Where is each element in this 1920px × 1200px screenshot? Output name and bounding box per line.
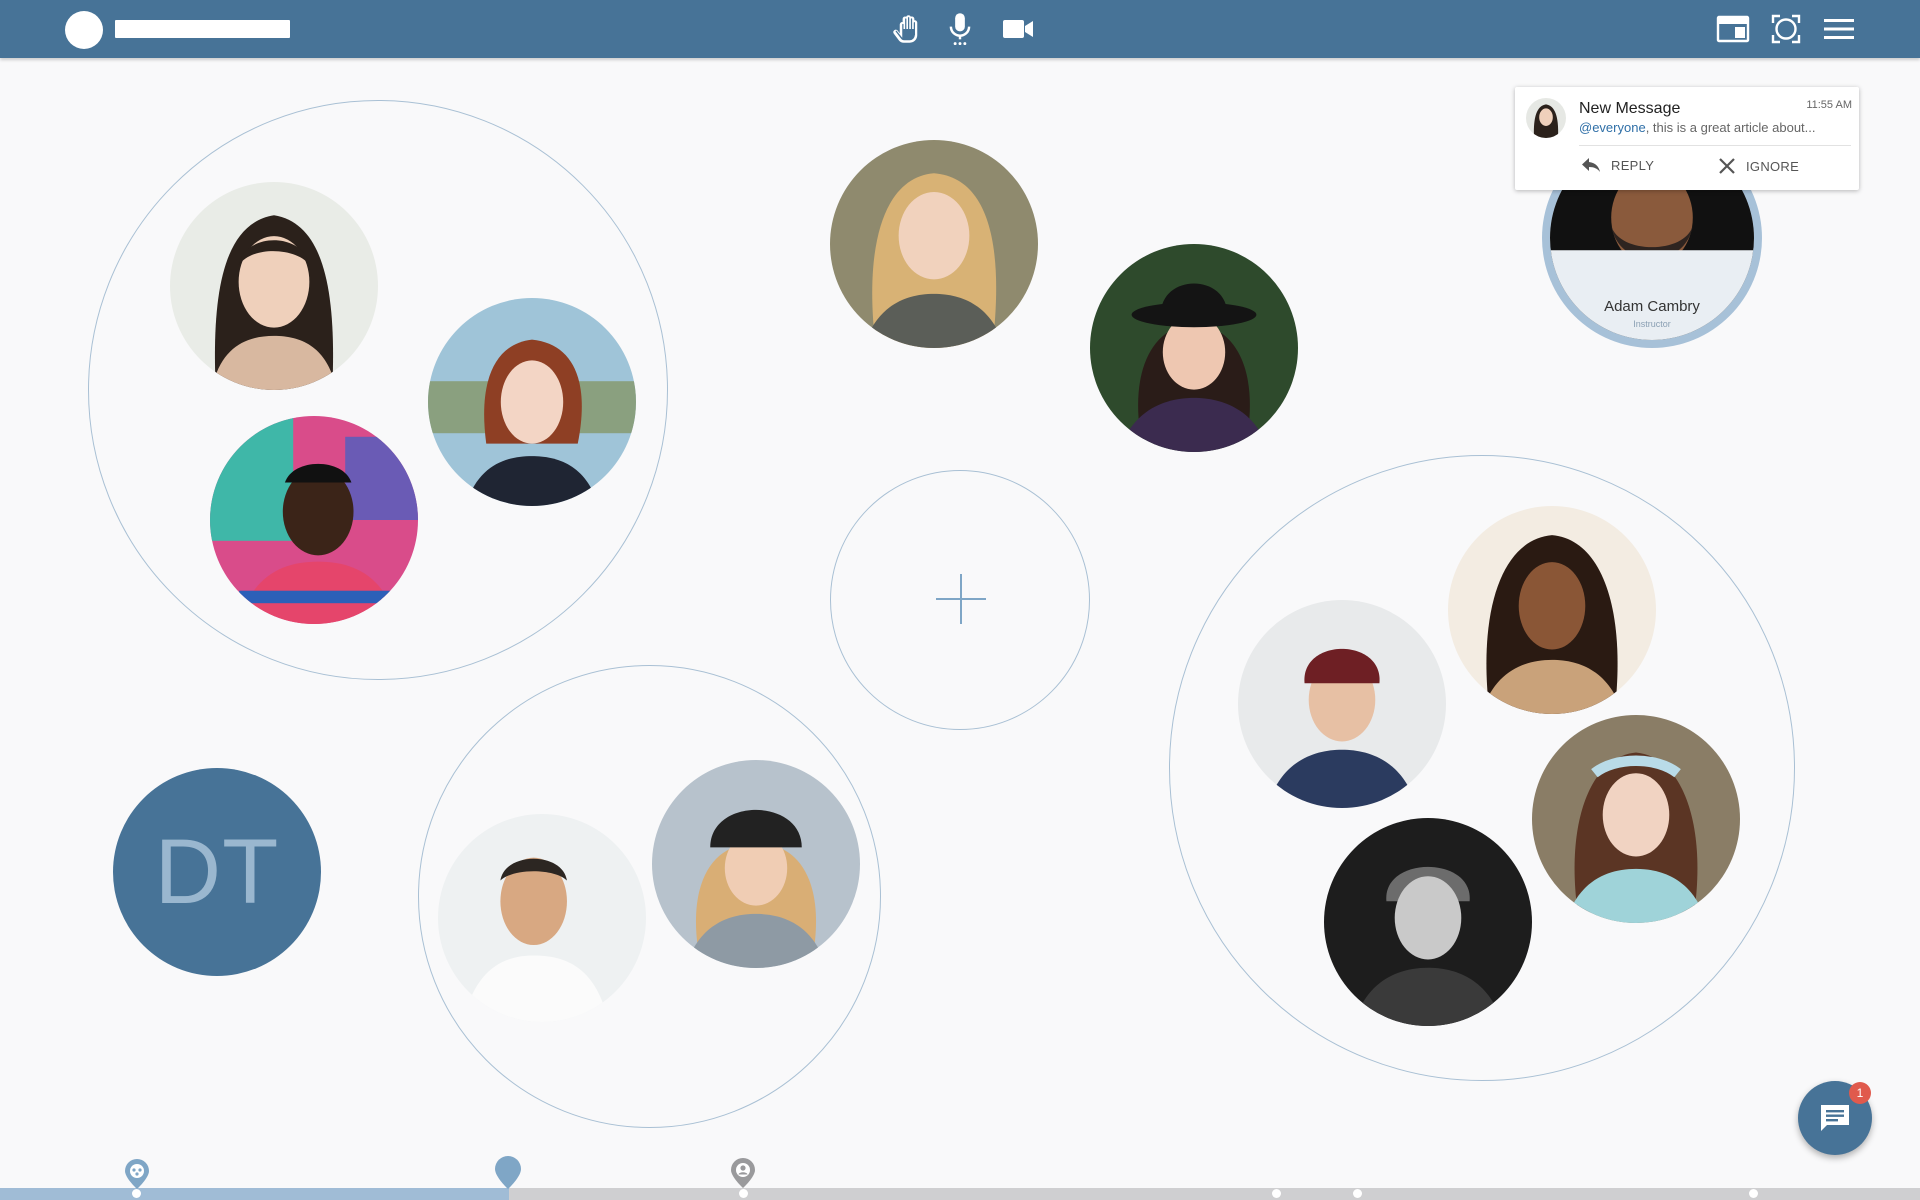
participant-avatar[interactable] [1238, 600, 1446, 808]
notification-time: 11:55 AM [1806, 99, 1852, 111]
chat-icon [1821, 1105, 1849, 1131]
timeline-dot [1272, 1189, 1281, 1198]
participant-avatar[interactable] [1090, 244, 1298, 452]
message-notification: New Message 11:55 AM @everyone, this is … [1515, 87, 1859, 190]
participant-avatar[interactable] [438, 814, 646, 1022]
timeline-dot [1353, 1189, 1362, 1198]
sender-avatar [1526, 98, 1566, 138]
divider [1579, 145, 1851, 146]
notification-text: , this is a great article about... [1645, 120, 1816, 135]
participant-avatar[interactable] [428, 298, 636, 506]
reply-label: REPLY [1611, 157, 1655, 173]
participant-avatar[interactable] [1532, 715, 1740, 923]
video-camera-icon[interactable] [999, 10, 1037, 48]
participant-avatar[interactable] [170, 182, 378, 390]
ignore-button[interactable]: IGNORE [1718, 157, 1799, 175]
person-marker-icon[interactable] [729, 1157, 757, 1194]
notification-body: @everyone, this is a great article about… [1579, 120, 1816, 135]
instructor-name: Adam Cambry [1604, 298, 1700, 315]
hand-raise-icon[interactable] [887, 10, 925, 48]
playhead-marker-icon[interactable] [494, 1156, 522, 1195]
unread-badge: 1 [1849, 1082, 1871, 1104]
logo-circle [65, 11, 103, 49]
timeline-progress [0, 1188, 509, 1200]
logo-wordmark [115, 20, 290, 38]
group-marker-icon[interactable] [123, 1158, 151, 1195]
menu-icon[interactable] [1820, 10, 1858, 48]
microphone-icon[interactable] [941, 10, 979, 48]
reply-icon [1582, 158, 1600, 172]
participant-avatar[interactable] [652, 760, 860, 968]
avatar-initials: DT [154, 820, 280, 923]
screen-capture-icon[interactable] [1767, 10, 1805, 48]
participant-avatar[interactable] [210, 416, 418, 624]
participant-avatar[interactable] [1448, 506, 1656, 714]
notification-title: New Message [1579, 100, 1681, 117]
reply-button[interactable]: REPLY [1581, 157, 1654, 173]
layout-icon[interactable] [1714, 10, 1752, 48]
close-icon [1719, 158, 1735, 174]
mention-link[interactable]: @everyone [1579, 120, 1646, 135]
top-toolbar [0, 0, 1920, 58]
participant-avatar[interactable] [830, 140, 1038, 348]
ignore-label: IGNORE [1746, 158, 1800, 174]
timeline-dot [1749, 1189, 1758, 1198]
add-group-button[interactable] [830, 470, 1090, 730]
user-initials-avatar[interactable]: DT [113, 768, 321, 976]
participant-avatar[interactable] [1324, 818, 1532, 1026]
instructor-role: Instructor [1633, 319, 1671, 329]
